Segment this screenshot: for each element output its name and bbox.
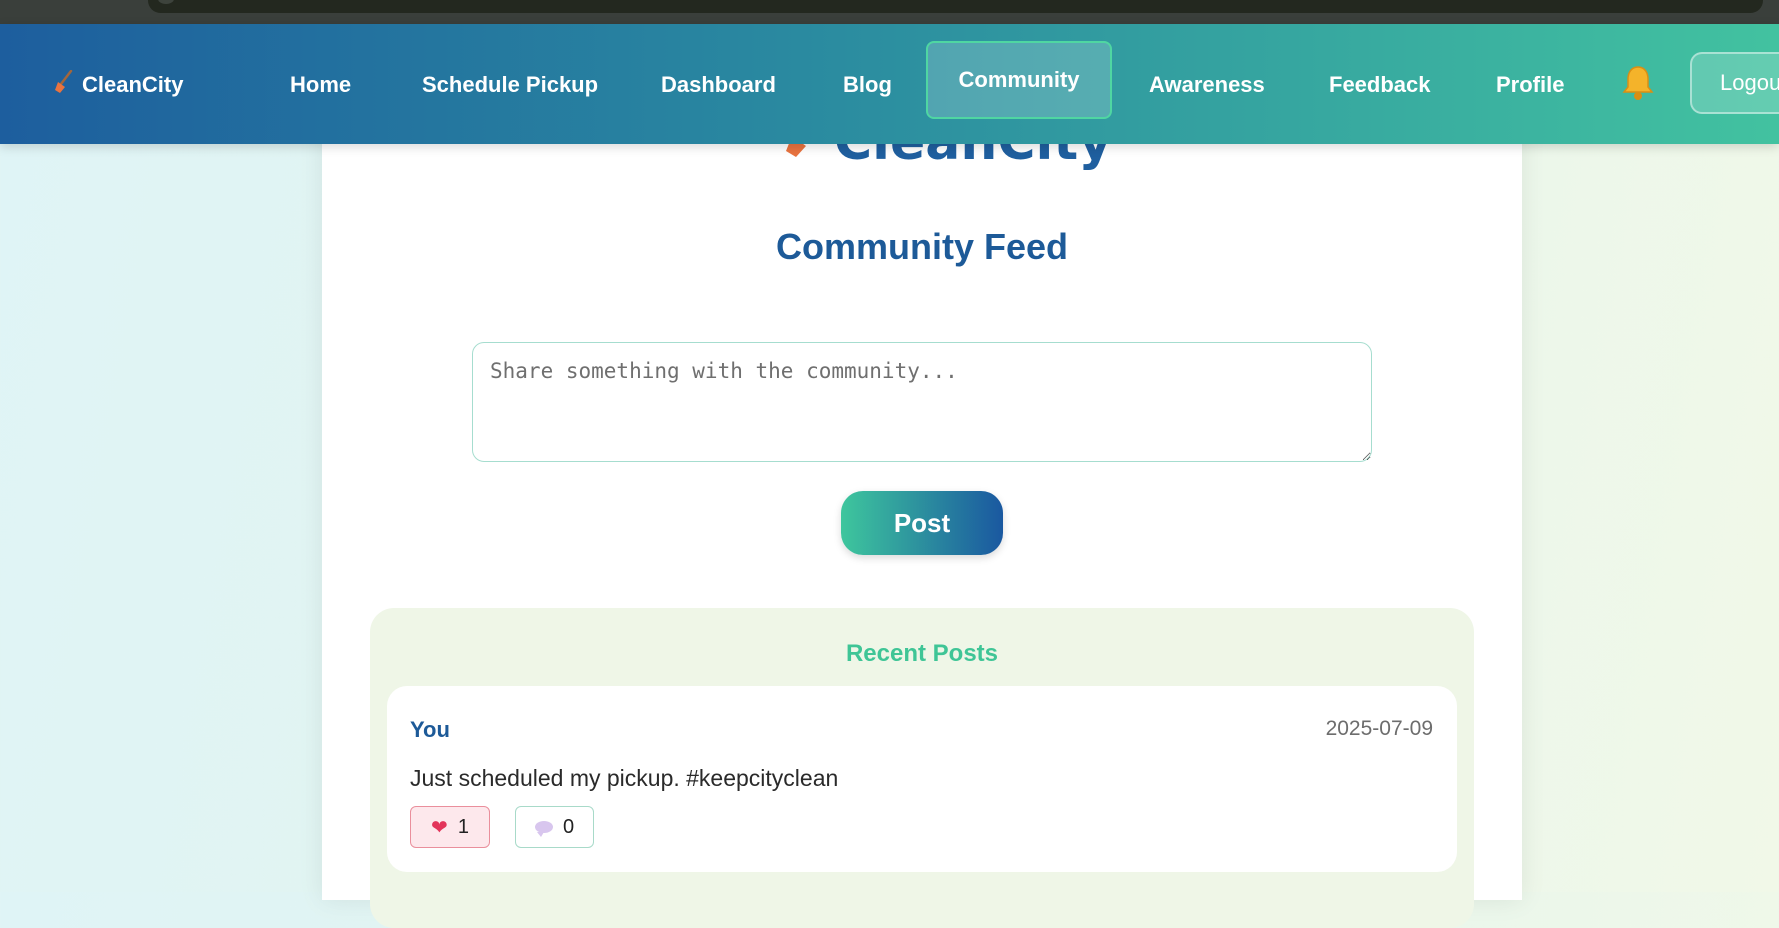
nav-blog[interactable]: Blog (843, 70, 892, 100)
recent-posts-section: Recent Posts You 2025-07-09 Just schedul… (370, 608, 1474, 928)
heart-icon: ❤ (431, 816, 448, 839)
recent-posts-title: Recent Posts (845, 640, 999, 667)
top-navbar: CleanCity Home Schedule Pickup Dashboard… (0, 24, 1779, 144)
page-title: Community Feed (775, 226, 1069, 267)
broom-icon (54, 69, 74, 100)
like-count: 1 (457, 815, 469, 838)
post-card: You 2025-07-09 Just scheduled my pickup.… (387, 686, 1457, 872)
nav-dashboard[interactable]: Dashboard (661, 70, 776, 100)
community-card: CleanCity Community Feed Post Recent Pos… (322, 100, 1522, 928)
post-composer-input[interactable] (472, 342, 1372, 462)
bell-icon[interactable] (1620, 64, 1656, 110)
brand-logo[interactable]: CleanCity (54, 69, 184, 100)
nav-profile[interactable]: Profile (1496, 70, 1564, 100)
speech-bubble-icon (534, 821, 553, 837)
post-text: Just scheduled my pickup. #keepcityclean (410, 765, 839, 791)
like-button[interactable]: ❤ 1 (410, 806, 490, 848)
nav-community-label: Community (958, 67, 1080, 92)
post-button[interactable]: Post (841, 491, 1003, 555)
nav-home[interactable]: Home (290, 70, 351, 100)
brand-name: CleanCity (82, 72, 184, 97)
comment-button[interactable]: 0 (515, 806, 594, 848)
browser-top-strip (0, 0, 1779, 24)
nav-awareness[interactable]: Awareness (1149, 70, 1265, 100)
address-bar[interactable] (148, 0, 1763, 13)
post-author[interactable]: You (410, 717, 450, 743)
logout-button[interactable]: Logou (1690, 52, 1779, 114)
comment-count: 0 (562, 815, 575, 838)
nav-feedback[interactable]: Feedback (1329, 70, 1431, 100)
post-date: 2025-07-09 (1325, 717, 1433, 740)
nav-community[interactable]: Community (926, 41, 1112, 119)
nav-schedule-pickup[interactable]: Schedule Pickup (422, 70, 598, 100)
